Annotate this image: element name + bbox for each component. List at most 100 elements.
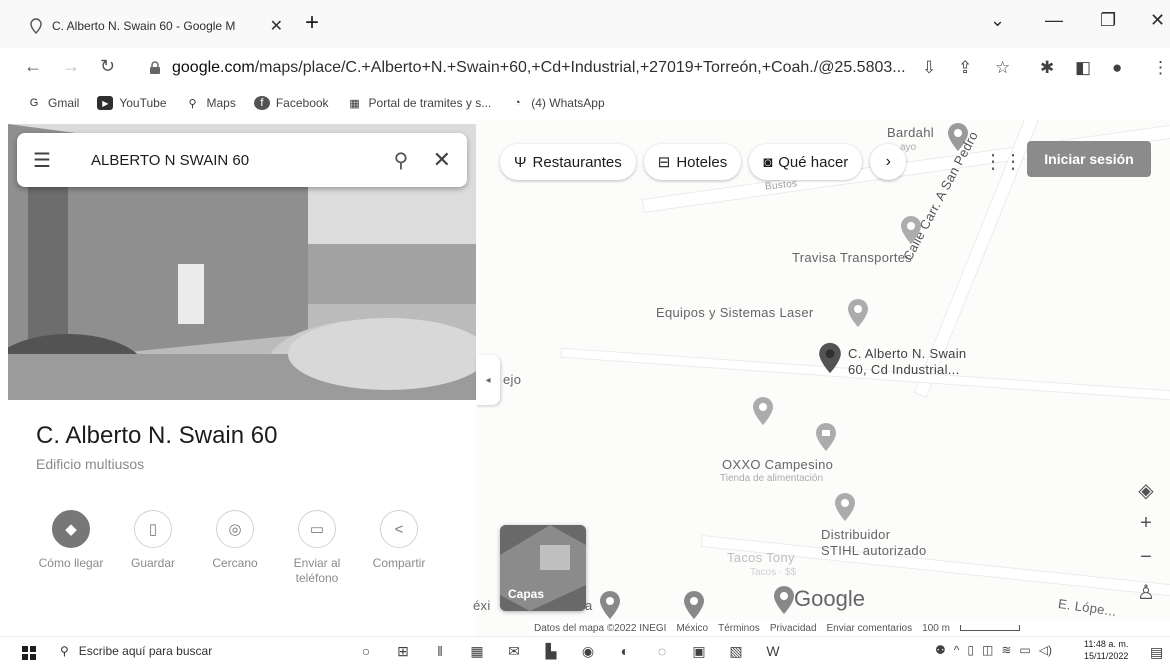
clear-search-icon[interactable]: ✕ — [421, 147, 451, 173]
close-window-button[interactable]: ✕ — [1150, 10, 1165, 31]
taskbar-search-input[interactable]: Escribe aquí para buscar — [79, 644, 212, 658]
tab-search-icon[interactable]: ⌄ — [990, 10, 1005, 31]
calculator-icon[interactable]: ▦ — [467, 641, 487, 661]
wifi-icon[interactable]: ≋ — [1001, 643, 1011, 657]
task-view-icon[interactable]: ⊞ — [393, 641, 413, 661]
nearby-button[interactable]: ◎ Cercano — [194, 510, 276, 586]
map-label-travisa[interactable]: Travisa Transportes — [792, 250, 912, 265]
store-pin-icon[interactable] — [814, 422, 838, 452]
place-pin-icon[interactable] — [682, 590, 706, 620]
place-title: C. Alberto N. Swain 60 — [36, 422, 278, 449]
chevron-right-icon: › — [885, 153, 891, 170]
map-label-stihl-line2[interactable]: STIHL autorizado — [821, 543, 926, 558]
map-label-stihl-line1[interactable]: Distribuidor — [821, 527, 890, 542]
chip-things-to-do[interactable]: ◙ Qué hacer — [749, 144, 863, 180]
notifications-icon[interactable]: ▤ — [1150, 644, 1163, 661]
display-icon[interactable]: ▭ — [1019, 643, 1030, 657]
place-pin-icon[interactable] — [899, 215, 923, 245]
privacy-link[interactable]: Privacidad — [770, 623, 817, 634]
mail-icon[interactable]: ✉ — [504, 641, 524, 661]
restore-button[interactable]: ❐ — [1100, 10, 1116, 31]
extensions-icon[interactable]: ✱ — [1040, 58, 1054, 78]
restaurant-pin-icon[interactable] — [772, 585, 796, 615]
bookmark-portal[interactable]: ▦ Portal de tramites y s... — [347, 96, 491, 110]
separator-icon: ‖ — [437, 643, 443, 659]
send-to-phone-button[interactable]: ▭ Enviar al teléfono — [276, 510, 358, 586]
place-pin-icon[interactable] — [846, 298, 870, 328]
minimize-button[interactable]: — — [1045, 10, 1063, 31]
reload-button[interactable]: ↻ — [100, 56, 115, 77]
bookmark-whatsapp[interactable]: ◔ (4) WhatsApp — [509, 96, 605, 110]
chrome-icon[interactable]: ◉ — [578, 641, 598, 661]
tab-close-icon[interactable]: ✕ — [270, 16, 283, 36]
shopping-pin-icon[interactable] — [833, 492, 857, 522]
place-pin-icon[interactable] — [598, 590, 622, 620]
map-data-credit: Datos del mapa ©2022 INEGI — [534, 622, 667, 634]
install-app-icon[interactable]: ⇩ — [922, 58, 936, 78]
store-icon[interactable]: ▙ — [541, 641, 561, 661]
search-icon[interactable]: ⚲ — [381, 148, 421, 173]
shopping-pin-icon[interactable] — [751, 396, 775, 426]
pegman-icon[interactable]: ♙ — [1132, 580, 1160, 605]
share-page-icon[interactable]: ⇪ — [958, 58, 972, 78]
profile-icon[interactable]: ● — [1112, 58, 1122, 78]
more-menu-icon[interactable]: ⋮ — [1152, 58, 1169, 78]
chip-restaurants[interactable]: Ψ Restaurantes — [500, 144, 636, 180]
forward-button[interactable]: → — [62, 56, 80, 77]
sidebar-icon[interactable]: ◧ — [1075, 58, 1091, 78]
battery-icon[interactable]: ▯ — [967, 643, 974, 657]
hamburger-menu-icon[interactable]: ☰ — [33, 148, 73, 173]
map-label-selected-line2[interactable]: 60, Cd Industrial... — [848, 362, 960, 377]
map-label-viejo: ejo — [503, 372, 522, 387]
map-label-bardahl[interactable]: Bardahl — [887, 125, 934, 140]
new-tab-button[interactable]: + — [305, 10, 319, 36]
category-chips: Ψ Restaurantes ⊟ Hoteles ◙ Qué hacer › — [500, 144, 907, 180]
star-icon[interactable]: ☆ — [995, 58, 1010, 78]
share-button[interactable]: < Compartir — [358, 510, 440, 586]
directions-button[interactable]: ◆ Cómo llegar — [30, 510, 112, 586]
network-icon[interactable]: ◫ — [982, 643, 993, 657]
edge-icon[interactable]: ◐ — [615, 641, 635, 661]
map-label-equipos[interactable]: Equipos y Sistemas Laser — [656, 305, 814, 320]
my-location-icon[interactable]: ◈ — [1132, 478, 1160, 503]
volume-icon[interactable]: ◁) — [1039, 643, 1052, 657]
map-label-tacos[interactable]: Tacos Tony — [727, 550, 795, 565]
zoom-out-button[interactable]: − — [1132, 546, 1160, 569]
place-type[interactable]: Edificio multiusos — [36, 456, 144, 472]
bookmark-youtube[interactable]: ▶ YouTube — [97, 96, 167, 110]
signin-button[interactable]: Iniciar sesión — [1027, 141, 1151, 177]
taskbar-clock[interactable]: 11:48 a. m. 15/11/2022 — [1084, 638, 1128, 662]
browser-icon[interactable]: ◌ — [652, 641, 672, 661]
save-button[interactable]: ▯ Guardar — [112, 510, 194, 586]
collapse-panel-button[interactable]: ◂ — [476, 355, 500, 405]
word-icon[interactable]: W — [763, 641, 783, 661]
search-box[interactable]: ☰ ALBERTO N SWAIN 60 ⚲ ✕ — [17, 133, 467, 187]
selected-place-pin-icon[interactable] — [817, 340, 843, 376]
people-icon[interactable]: ⚉ — [935, 643, 946, 657]
url-field[interactable]: google.com/maps/place/C.+Alberto+N.+Swai… — [148, 56, 908, 80]
chevron-up-icon[interactable]: ^ — [954, 643, 960, 657]
country-link[interactable]: México — [676, 623, 708, 634]
windows-start-icon[interactable] — [22, 646, 36, 660]
map-label-selected-line1[interactable]: C. Alberto N. Swain — [848, 346, 966, 361]
chip-hotels[interactable]: ⊟ Hoteles — [643, 144, 742, 180]
scale-label[interactable]: 100 m — [922, 623, 950, 634]
cortana-icon[interactable]: ○ — [356, 641, 376, 661]
browser-tab[interactable]: C. Alberto N. Swain 60 - Google M ✕ — [18, 8, 293, 44]
map-label-oxxo[interactable]: OXXO Campesino — [722, 457, 833, 472]
photos-icon[interactable]: ▧ — [726, 641, 746, 661]
chips-next-button[interactable]: › — [870, 144, 907, 180]
media-icon[interactable]: ▣ — [689, 641, 709, 661]
zoom-in-button[interactable]: + — [1132, 512, 1160, 535]
terms-link[interactable]: Términos — [718, 623, 760, 634]
taskbar-search[interactable]: ⚲ Escribe aquí para buscar — [60, 644, 212, 658]
back-button[interactable]: ← — [24, 56, 42, 77]
bookmark-facebook[interactable]: f Facebook — [253, 96, 329, 110]
bookmark-gmail[interactable]: G Gmail — [26, 96, 80, 110]
bookmark-maps[interactable]: ⚲ Maps — [185, 96, 235, 110]
taskbar-apps: ○ ⊞ ‖ ▦ ✉ ▙ ◉ ◐ ◌ ▣ ▧ W — [356, 641, 783, 661]
nearby-icon: ◎ — [216, 510, 254, 548]
feedback-link[interactable]: Enviar comentarios — [827, 623, 913, 634]
layers-button[interactable]: Capas — [500, 525, 586, 611]
search-input[interactable]: ALBERTO N SWAIN 60 — [73, 152, 381, 169]
